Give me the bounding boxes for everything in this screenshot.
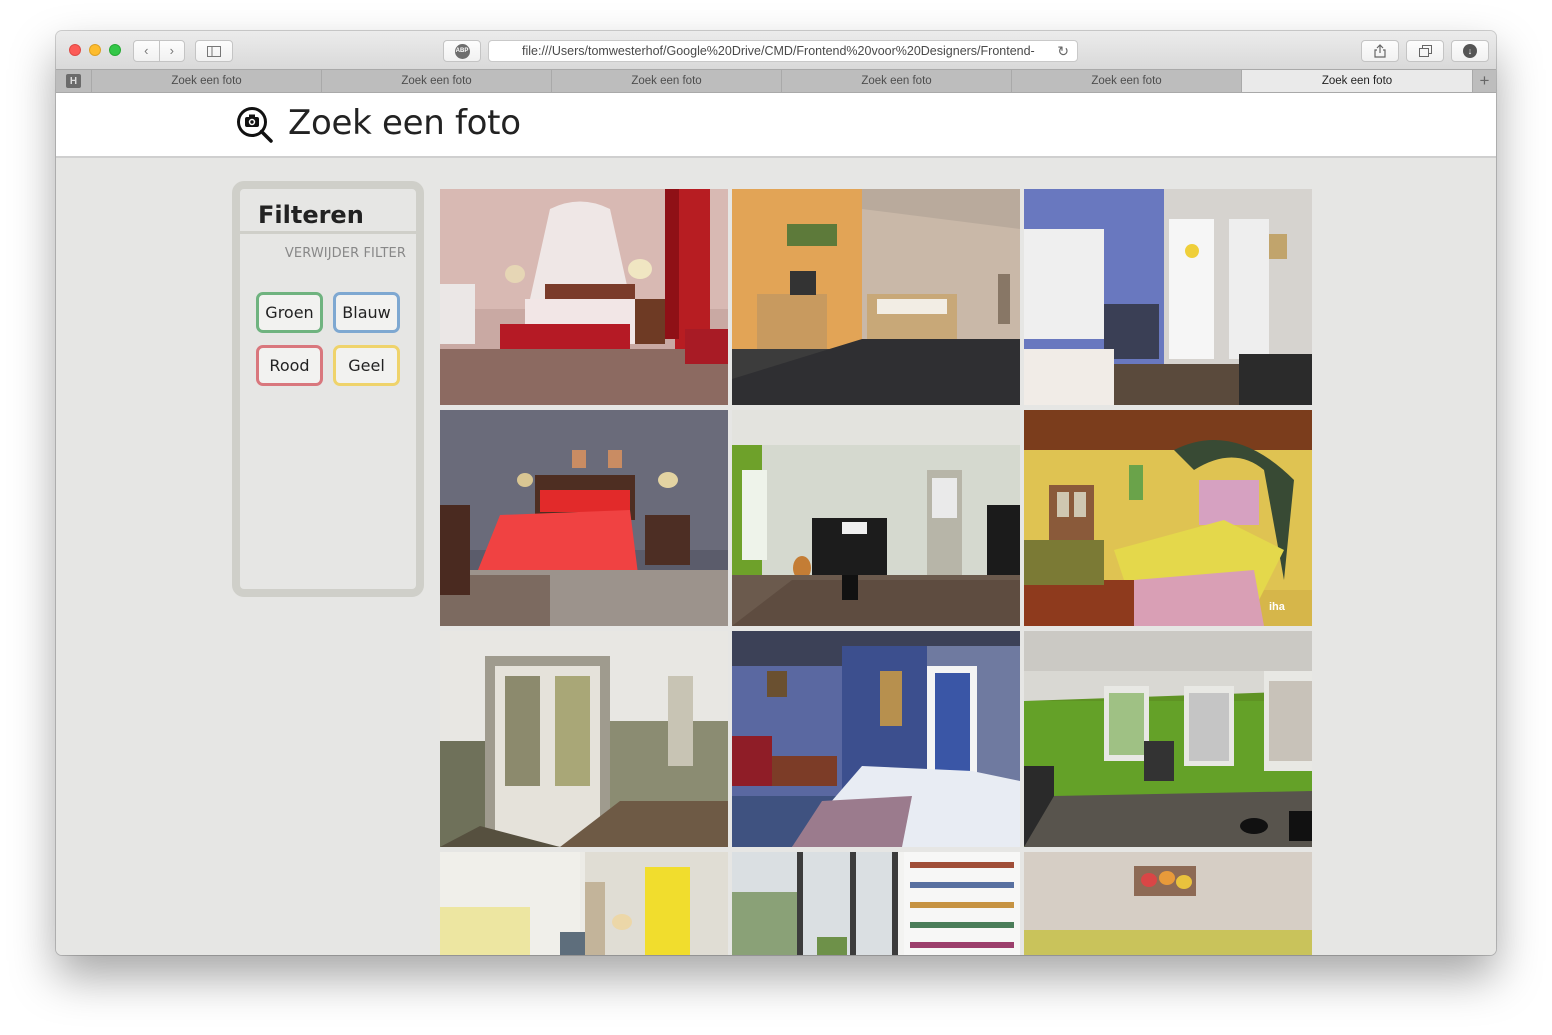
photo-room-green xyxy=(1024,631,1312,847)
close-window-button[interactable] xyxy=(69,44,81,56)
pinned-tab[interactable]: H xyxy=(56,70,92,92)
filter-chip-geel[interactable]: Geel xyxy=(333,345,400,386)
pinned-tab-icon: H xyxy=(66,74,81,88)
photo-bedroom-red-duvet xyxy=(440,410,728,626)
browser-tab[interactable]: Zoek een foto xyxy=(552,70,782,92)
site-header: Zoek een foto xyxy=(56,93,1496,158)
photo-bedroom-blue-plaid xyxy=(732,631,1020,847)
photo-room-blue xyxy=(1024,189,1312,405)
photo-thumbnail[interactable] xyxy=(440,852,728,955)
browser-tab[interactable]: Zoek een foto xyxy=(1012,70,1242,92)
browser-tab[interactable]: Zoek een foto xyxy=(782,70,1012,92)
browser-window: ‹ › ABP file:///Users/tomwesterhof/Googl… xyxy=(56,31,1496,955)
adblock-icon: ABP xyxy=(454,43,470,59)
photo-bedroom-red xyxy=(440,189,728,405)
photo-thumbnail[interactable] xyxy=(732,189,1020,405)
browser-tab-active[interactable]: Zoek een foto xyxy=(1242,70,1473,92)
filter-chip-groen[interactable]: Groen xyxy=(256,292,323,333)
photo-watermark: iha xyxy=(1269,601,1286,613)
photo-thumbnail[interactable] xyxy=(440,631,728,847)
photo-thumbnail[interactable] xyxy=(440,189,728,405)
address-bar-url: file:///Users/tomwesterhof/Google%20Driv… xyxy=(522,44,1035,58)
photo-thumbnail[interactable] xyxy=(1024,189,1312,405)
navigation-buttons: ‹ › xyxy=(133,40,185,62)
filter-chip-rood[interactable]: Rood xyxy=(256,345,323,386)
filter-title: Filteren xyxy=(240,189,416,234)
photo-hallway-doors xyxy=(440,631,728,847)
photo-thumbnail[interactable] xyxy=(732,410,1020,626)
reload-icon[interactable]: ↻ xyxy=(1057,41,1069,61)
photo-bedroom-yellow: iha xyxy=(1024,410,1312,626)
downloads-button[interactable]: ↓ xyxy=(1451,40,1489,62)
address-bar[interactable]: file:///Users/tomwesterhof/Google%20Driv… xyxy=(488,40,1078,62)
share-button[interactable] xyxy=(1361,40,1399,62)
browser-toolbar: ‹ › ABP file:///Users/tomwesterhof/Googl… xyxy=(56,31,1496,69)
minimize-window-button[interactable] xyxy=(89,44,101,56)
new-tab-button[interactable]: + xyxy=(1473,70,1496,92)
photo-room-yellow-wall xyxy=(440,852,728,955)
page-title: Zoek een foto xyxy=(288,103,521,143)
photo-room-windows-bookshelf xyxy=(732,852,1020,955)
page-content: Zoek een foto Filteren VERWIJDER FILTER … xyxy=(56,93,1496,955)
photo-bedroom-orange xyxy=(732,189,1020,405)
sidebar-toggle-button[interactable] xyxy=(195,40,233,62)
sidebar-icon xyxy=(207,45,221,57)
photo-thumbnail[interactable] xyxy=(1024,631,1312,847)
photo-room-piano xyxy=(732,410,1020,626)
download-icon: ↓ xyxy=(1463,44,1477,58)
browser-tab[interactable]: Zoek een foto xyxy=(322,70,552,92)
photo-thumbnail[interactable] xyxy=(732,631,1020,847)
photo-thumbnail[interactable] xyxy=(440,410,728,626)
photo-thumbnail[interactable] xyxy=(732,852,1020,955)
forward-button[interactable]: › xyxy=(158,41,185,61)
filter-chip-blauw[interactable]: Blauw xyxy=(333,292,400,333)
photo-thumbnail[interactable]: iha xyxy=(1024,410,1312,626)
tabs-overview-icon xyxy=(1418,45,1432,57)
clear-filter-button[interactable]: VERWIJDER FILTER xyxy=(285,246,406,261)
zoom-window-button[interactable] xyxy=(109,44,121,56)
share-icon xyxy=(1374,44,1386,58)
adblock-button[interactable]: ABP xyxy=(443,40,481,62)
filter-panel: Filteren VERWIJDER FILTER Groen Blauw Ro… xyxy=(232,181,424,597)
photo-thumbnail[interactable] xyxy=(1024,852,1312,955)
tab-bar: H Zoek een foto Zoek een foto Zoek een f… xyxy=(56,69,1496,93)
photo-search-icon[interactable] xyxy=(236,106,274,144)
browser-tab[interactable]: Zoek een foto xyxy=(92,70,322,92)
back-button[interactable]: ‹ xyxy=(134,41,159,61)
photo-room-tulip-painting xyxy=(1024,852,1312,955)
show-tabs-button[interactable] xyxy=(1406,40,1444,62)
